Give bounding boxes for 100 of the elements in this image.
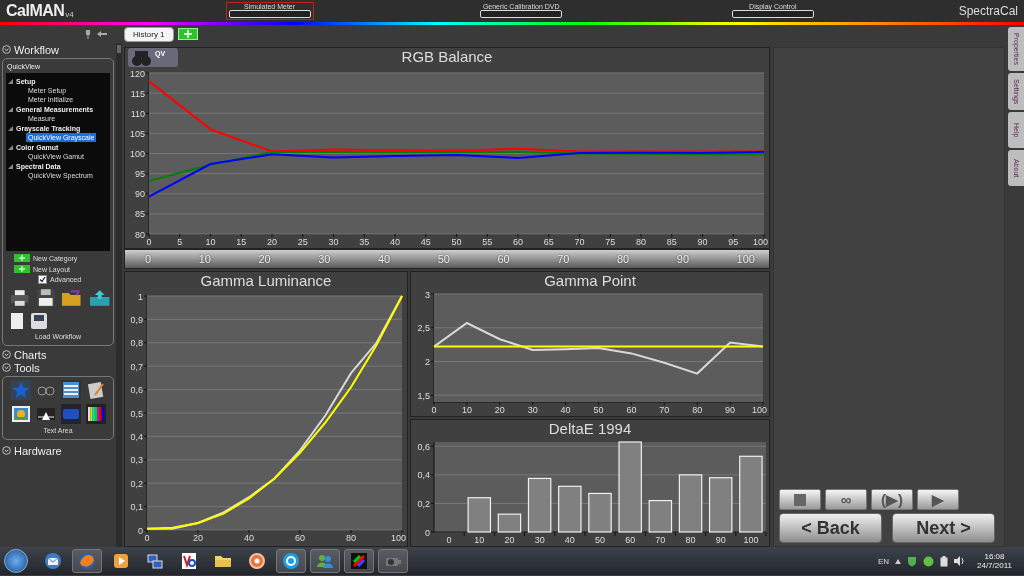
pin-icon[interactable] [84,29,92,39]
axis-tick-label: 0,2 [417,498,430,509]
axis-tick-label: 0 [446,535,452,545]
section-title[interactable]: Workflow [14,43,60,56]
play-button[interactable]: ▶ [917,489,959,510]
axis-tick-label: 0,1 [130,502,143,513]
start-button[interactable] [4,549,28,573]
checkbox[interactable] [38,275,47,284]
language-indicator[interactable]: EN [877,556,889,566]
axis-tick-label: 30 [328,237,339,247]
axis-tick-label: 0,2 [130,478,143,489]
axis-tick-label: 110 [130,108,145,119]
axis-tick-label: 25 [297,237,308,247]
version-label: v4 [65,10,74,19]
axis-tick-label: 70 [655,535,666,545]
axis-tick-label: 75 [605,237,616,247]
picture-icon[interactable] [10,404,31,424]
app-logo: CalMAN [6,2,65,20]
collapse-toggle-icon[interactable] [2,363,11,372]
axis-tick-label: 60 [625,535,636,545]
add-tab-button[interactable] [177,28,198,40]
notepad-icon[interactable] [85,380,106,400]
axis-tick-label: 90 [725,405,736,415]
expander-icon[interactable] [8,106,13,112]
axis-tick-label: 55 [482,237,493,247]
axis-tick-label: 0,6 [417,441,430,452]
page-icon[interactable] [10,312,24,330]
axis-tick-label: 40 [560,405,571,415]
shield-icon[interactable] [907,555,917,567]
chart-title: Gamma Point [544,272,636,290]
axis-tick-label: 10 [461,405,472,415]
envelope-icon [43,551,63,571]
expander-icon[interactable] [8,125,13,131]
axis-tick-label: 0,3 [130,455,143,466]
axis-tick-label: 80 [685,535,696,545]
star-icon[interactable] [10,380,31,400]
axis-tick-label: 20 [494,405,505,415]
axis-tick-label: 0 [144,533,150,543]
axis-tick-label: 0,6 [130,385,143,396]
history-tab[interactable]: History 1 [124,26,174,42]
chart-title: RGB Balance [401,48,493,66]
circle-icon[interactable] [923,555,934,567]
expander-icon[interactable] [8,144,13,150]
axis-tick-label: 40 [564,535,575,545]
axis-tick-label: 70 [659,405,670,415]
axis-tick-label: 65 [543,237,554,247]
axis-tick-label: 1,5 [417,390,430,401]
axis-tick-label: 85 [135,209,145,220]
taskbar-button[interactable] [276,549,306,573]
axis-tick-label: 2,5 [417,323,430,334]
axis-tick-label: 90 [135,189,145,200]
axis-tick-label: 1 [138,291,143,302]
axis-tick-label: 115 [130,88,145,99]
axis-tick-label: 30 [527,405,538,415]
loop-button[interactable]: ∞ [825,489,867,510]
printer-icon[interactable] [10,289,30,307]
bar [497,513,522,533]
axis-tick-label: 0,7 [130,361,143,372]
collapse-toggle-icon[interactable] [2,45,11,54]
expander-icon[interactable] [8,78,13,84]
list-icon[interactable] [60,380,81,400]
next-button[interactable]: Next > [892,513,995,543]
clock-date[interactable]: 24/7/2011 [977,561,1012,570]
collapse-toggle-icon[interactable] [2,446,11,455]
axis-tick-label: 20 [193,533,203,543]
folder-icon[interactable] [61,289,83,307]
axis-tick-label: 40 [244,533,254,543]
continuous-play-button[interactable]: (▶) [871,489,913,510]
color-bars-icon[interactable] [85,404,106,424]
collapse-toggle-icon[interactable] [2,350,11,359]
axis-tick-label: 50 [593,405,604,415]
speaker-icon[interactable] [954,556,965,566]
clock-time[interactable]: 16:08 [984,552,1005,561]
axis-tick-label: 0,5 [130,408,143,419]
section-title[interactable]: Tools [14,361,40,374]
axis-tick-label: 0,8 [130,338,143,349]
section-title[interactable]: Hardware [14,444,62,457]
scrollbar[interactable] [116,43,122,547]
caret-icon[interactable] [895,558,901,564]
taskbar-button[interactable] [344,549,374,573]
axis-tick-label: 15 [236,237,247,247]
upload-tray-icon[interactable] [88,289,110,307]
expander-icon[interactable] [8,163,13,169]
axis-tick-label: 85 [666,237,677,247]
axis-tick-label: 120 [129,68,145,79]
axis-tick-label: 90 [697,237,708,247]
axis-tick-label: 50 [595,535,605,545]
stop-button[interactable] [779,489,821,510]
axis-tick-label: 60 [513,237,523,247]
axis-tick-label: 0 [146,237,152,247]
axis-tick-label: 100 [129,149,145,159]
axis-tick-label: 30 [534,535,545,545]
section-title[interactable]: Charts [14,348,47,361]
axis-tick-label: 0,9 [130,314,143,325]
battery-icon[interactable] [940,555,948,567]
axis-tick-label: 80 [692,405,703,415]
axis-tick-label: 0 [425,527,430,538]
chat-bubble-icon [281,551,301,571]
arrow-icon[interactable] [96,29,108,39]
back-button[interactable]: < Back [779,513,882,543]
